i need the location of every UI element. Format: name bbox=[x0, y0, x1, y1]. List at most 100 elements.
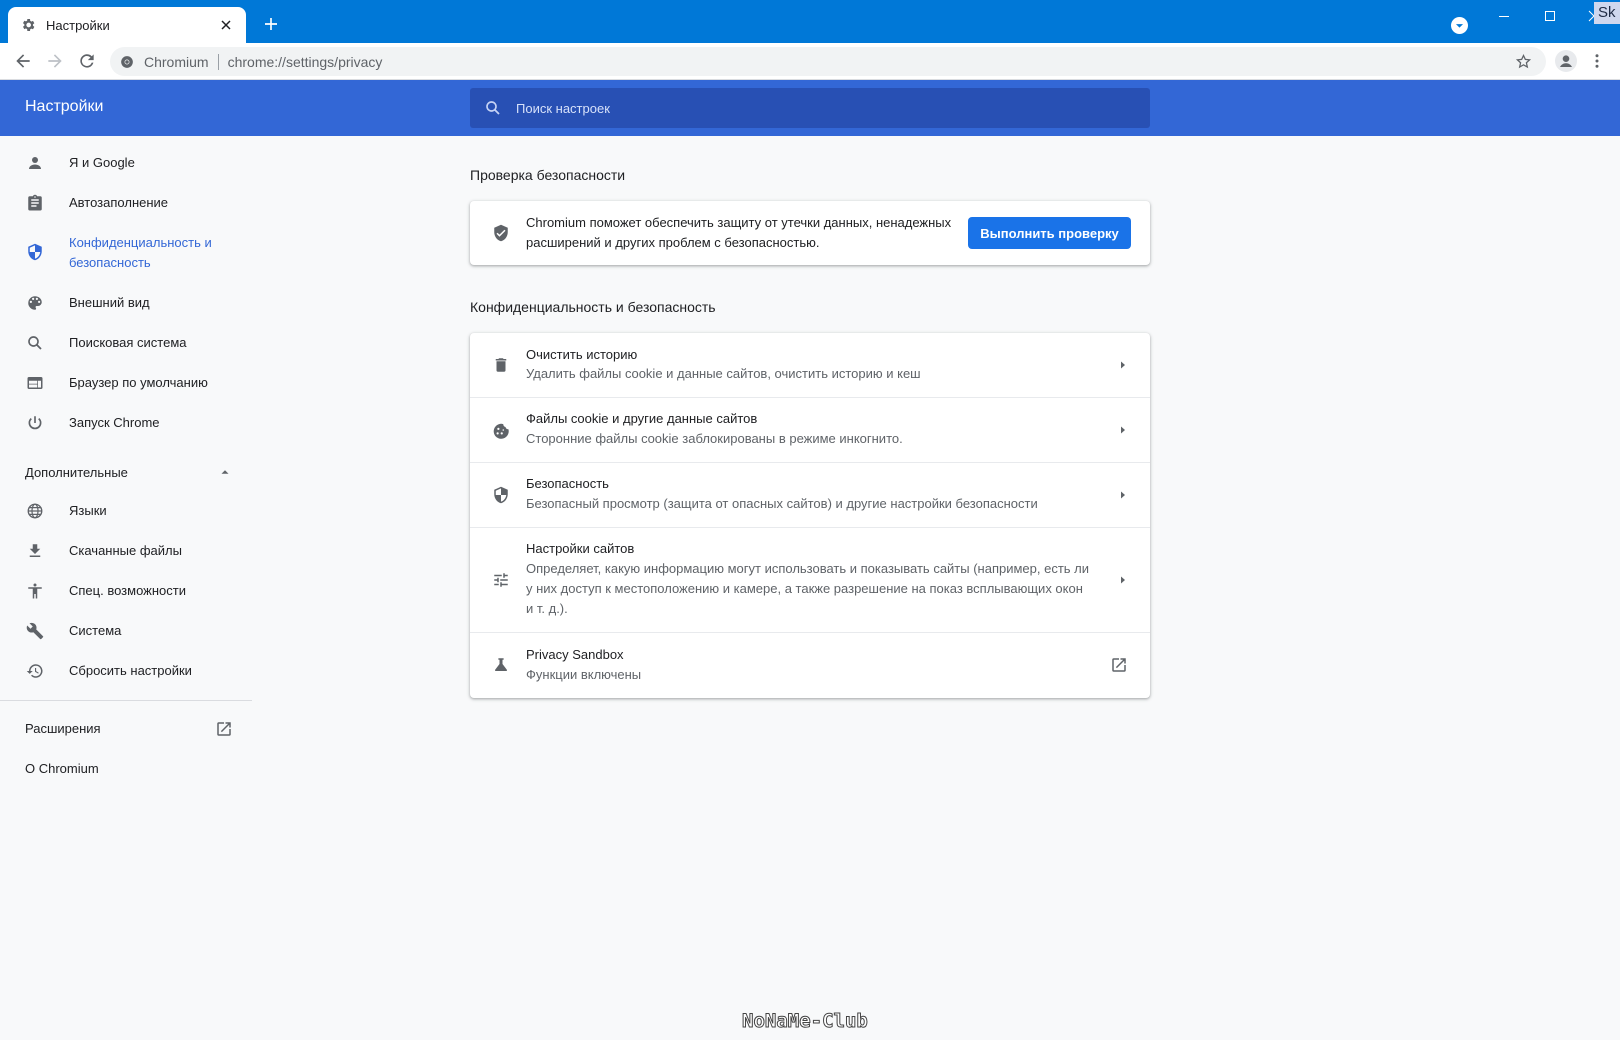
sidebar-item-privacy[interactable]: Конфиденциальность и безопасность bbox=[0, 233, 252, 277]
kebab-menu-icon[interactable] bbox=[1588, 52, 1606, 70]
site-name: Chromium bbox=[144, 53, 209, 70]
forward-arrow-icon[interactable] bbox=[45, 51, 65, 71]
gear-icon bbox=[20, 17, 36, 33]
sidebar-item-label: Конфиденциальность и безопасность bbox=[69, 235, 212, 270]
run-safety-check-button[interactable]: Выполнить проверку bbox=[968, 217, 1131, 249]
sidebar-item-label: Языки bbox=[69, 503, 107, 518]
maximize-icon[interactable] bbox=[1540, 6, 1560, 26]
safety-check-text: Chromium поможет обеспечить защиту от ут… bbox=[526, 215, 952, 250]
browser-window-icon bbox=[26, 374, 44, 392]
sidebar-item-extensions[interactable]: Расширения bbox=[25, 721, 101, 736]
arrow-right-icon bbox=[1117, 574, 1129, 586]
shield-icon bbox=[492, 486, 510, 504]
shield-check-icon bbox=[492, 224, 510, 242]
caret-up-icon[interactable] bbox=[218, 465, 232, 479]
sidebar-item-label: Внешний вид bbox=[69, 295, 150, 310]
back-arrow-icon[interactable] bbox=[13, 51, 33, 71]
sidebar-item-default-browser[interactable]: Браузер по умолчанию bbox=[0, 373, 252, 397]
download-icon bbox=[26, 542, 44, 560]
sidebar-item-reset-settings[interactable]: Сбросить настройки bbox=[0, 661, 252, 685]
open-in-new-icon[interactable] bbox=[215, 720, 233, 738]
settings-sidebar: Я и Google Автозаполнение Конфиденциальн… bbox=[0, 136, 252, 1040]
arrow-right-icon bbox=[1117, 424, 1129, 436]
restore-icon bbox=[26, 662, 44, 680]
bookmark-star-icon[interactable] bbox=[1515, 53, 1532, 70]
advanced-section-header[interactable]: Дополнительные bbox=[25, 465, 128, 480]
power-icon bbox=[26, 414, 44, 432]
corner-badge: Sk bbox=[1594, 2, 1620, 24]
row-title: Очистить историю bbox=[526, 347, 638, 362]
sidebar-item-about[interactable]: О Chromium bbox=[25, 761, 99, 776]
wrench-icon bbox=[26, 622, 44, 640]
site-settings-row[interactable]: Настройки сайтов Определяет, какую инфор… bbox=[470, 527, 1150, 632]
settings-title: Настройки bbox=[25, 98, 104, 115]
sidebar-item-accessibility[interactable]: Спец. возможности bbox=[0, 581, 252, 605]
sidebar-item-you-and-google[interactable]: Я и Google bbox=[0, 153, 252, 177]
window-titlebar: Настройки Sk bbox=[0, 0, 1620, 43]
cookies-row[interactable]: Файлы cookie и другие данные сайтов Стор… bbox=[470, 397, 1150, 462]
tune-icon bbox=[492, 571, 510, 589]
person-icon bbox=[26, 154, 44, 172]
palette-icon bbox=[26, 294, 44, 312]
sidebar-item-label: Спец. возможности bbox=[69, 583, 186, 598]
tab-title: Настройки bbox=[46, 17, 110, 33]
chromium-logo-icon bbox=[120, 55, 134, 69]
row-title: Безопасность bbox=[526, 476, 609, 491]
settings-search-input[interactable] bbox=[516, 100, 1116, 116]
row-subtitle: Безопасный просмотр (защита от опасных с… bbox=[526, 496, 1038, 511]
sidebar-item-label: Поисковая система bbox=[69, 335, 187, 350]
profile-avatar-icon[interactable] bbox=[1555, 50, 1577, 72]
sidebar-item-search-engine[interactable]: Поисковая система bbox=[0, 333, 252, 357]
minimize-icon[interactable] bbox=[1494, 6, 1514, 26]
tab-search-dropdown-icon[interactable] bbox=[1451, 17, 1468, 34]
url-path: settings/privacy bbox=[285, 53, 383, 70]
sidebar-item-label: Запуск Chrome bbox=[69, 415, 160, 430]
browser-toolbar: Chromium chrome://settings/privacy bbox=[0, 43, 1620, 80]
row-subtitle: Сторонние файлы cookie заблокированы в р… bbox=[526, 431, 903, 446]
flask-icon bbox=[492, 656, 510, 674]
row-title: Privacy Sandbox bbox=[526, 647, 624, 662]
clipboard-icon bbox=[26, 194, 44, 212]
arrow-right-icon bbox=[1117, 489, 1129, 501]
sidebar-item-label: Автозаполнение bbox=[69, 195, 169, 210]
sidebar-item-appearance[interactable]: Внешний вид bbox=[0, 293, 252, 317]
safety-check-row: Chromium поможет обеспечить защиту от ут… bbox=[470, 201, 1150, 265]
security-row[interactable]: Безопасность Безопасный просмотр (защита… bbox=[470, 462, 1150, 527]
sidebar-item-downloads[interactable]: Скачанные файлы bbox=[0, 541, 252, 565]
cookie-icon bbox=[492, 421, 510, 439]
safety-check-card: Chromium поможет обеспечить защиту от ут… bbox=[470, 201, 1150, 265]
settings-search-box[interactable] bbox=[470, 88, 1150, 128]
settings-header: Настройки bbox=[0, 80, 1620, 136]
shield-icon bbox=[26, 243, 44, 261]
omnibox-separator bbox=[217, 53, 219, 70]
sidebar-item-on-startup[interactable]: Запуск Chrome bbox=[0, 413, 252, 437]
url-host: chrome:// bbox=[227, 53, 286, 70]
browser-tab[interactable]: Настройки bbox=[8, 7, 246, 43]
sidebar-divider bbox=[0, 700, 252, 701]
privacy-card: Очистить историю Удалить файлы cookie и … bbox=[470, 333, 1150, 698]
open-in-new-icon[interactable] bbox=[1110, 656, 1128, 674]
address-bar[interactable]: Chromium chrome://settings/privacy bbox=[110, 47, 1546, 76]
sidebar-item-languages[interactable]: Языки bbox=[0, 501, 252, 525]
privacy-heading: Конфиденциальность и безопасность bbox=[470, 299, 716, 315]
sidebar-item-label: Система bbox=[69, 623, 122, 638]
reload-icon[interactable] bbox=[77, 51, 97, 71]
safety-check-heading: Проверка безопасности bbox=[470, 167, 626, 183]
row-title: Настройки сайтов bbox=[526, 541, 635, 556]
watermark: NoNaMe-Club bbox=[742, 1010, 869, 1033]
privacy-sandbox-row[interactable]: Privacy Sandbox Функции включены bbox=[470, 632, 1150, 698]
row-subtitle: Определяет, какую информацию могут испол… bbox=[526, 561, 1090, 616]
search-icon bbox=[484, 99, 502, 117]
row-subtitle: Удалить файлы cookie и данные сайтов, оч… bbox=[526, 366, 921, 381]
clear-browsing-data-row[interactable]: Очистить историю Удалить файлы cookie и … bbox=[470, 333, 1150, 397]
accessibility-icon bbox=[26, 582, 44, 600]
sidebar-item-system[interactable]: Система bbox=[0, 621, 252, 645]
sidebar-item-autofill[interactable]: Автозаполнение bbox=[0, 193, 252, 217]
close-tab-icon[interactable] bbox=[218, 17, 234, 33]
trash-icon bbox=[492, 356, 510, 374]
new-tab-plus-icon[interactable] bbox=[262, 15, 280, 33]
sidebar-item-label: Браузер по умолчанию bbox=[69, 375, 208, 390]
row-subtitle: Функции включены bbox=[526, 667, 642, 682]
search-icon bbox=[26, 334, 44, 352]
row-title: Файлы cookie и другие данные сайтов bbox=[526, 411, 758, 426]
